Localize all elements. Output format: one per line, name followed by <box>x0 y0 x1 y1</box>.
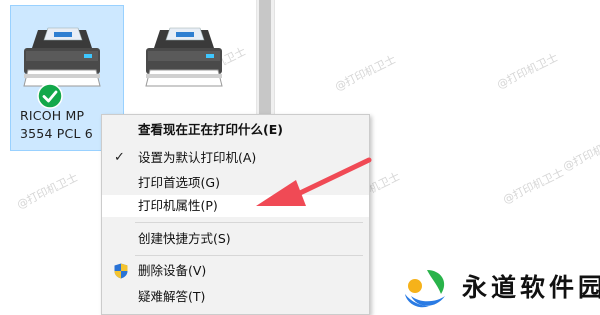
menu-separator <box>135 255 363 256</box>
menu-item-see-whats-printing[interactable]: 查看现在正在打印什么(E) <box>102 119 369 141</box>
pane-divider <box>274 0 275 122</box>
printer-icon <box>145 27 223 87</box>
default-printer-check-icon <box>37 83 63 109</box>
watermark: @打印机卫士 <box>14 170 80 212</box>
menu-item-printing-preferences[interactable]: 打印首选项(G) <box>102 172 369 194</box>
menu-item-label: 疑难解答(T) <box>138 289 206 304</box>
watermark: @打印机卫士 <box>494 50 560 92</box>
watermark: @打印机卫士 <box>500 165 566 207</box>
vertical-scrollbar[interactable] <box>256 0 274 122</box>
printer-context-menu: 查看现在正在打印什么(E) ✓ 设置为默认打印机(A) 打印首选项(G) 打印机… <box>101 114 370 315</box>
scrollbar-thumb[interactable] <box>259 0 271 122</box>
menu-item-label: 设置为默认打印机(A) <box>138 150 257 165</box>
check-mark-icon: ✓ <box>114 150 125 165</box>
menu-item-remove-device[interactable]: 删除设备(V) <box>102 260 369 282</box>
menu-separator <box>135 222 363 223</box>
brand-logo-icon <box>405 270 445 308</box>
menu-item-printer-properties[interactable]: 打印机属性(P) <box>102 195 369 217</box>
watermark: @打印机卫士 <box>332 52 398 94</box>
brand-name: 永道软件园 <box>462 273 600 302</box>
menu-item-label: 创建快捷方式(S) <box>138 231 231 246</box>
menu-item-set-default-printer[interactable]: ✓ 设置为默认打印机(A) <box>102 147 369 169</box>
menu-item-create-shortcut[interactable]: 创建快捷方式(S) <box>102 228 369 250</box>
menu-item-troubleshoot[interactable]: 疑难解答(T) <box>102 286 369 308</box>
watermark: @打印机卫士 <box>560 132 600 174</box>
menu-item-label: 删除设备(V) <box>138 263 207 278</box>
menu-item-label: 查看现在正在打印什么(E) <box>138 122 283 137</box>
menu-item-label: 打印机属性(P) <box>138 198 218 213</box>
devices-and-printers-pane: @打印机卫士 @打印机卫士 @打印机卫士 @打印机卫士 @打印机卫士 @打印机卫… <box>0 0 600 315</box>
uac-shield-icon <box>114 263 128 279</box>
menu-item-label: 打印首选项(G) <box>138 175 220 190</box>
